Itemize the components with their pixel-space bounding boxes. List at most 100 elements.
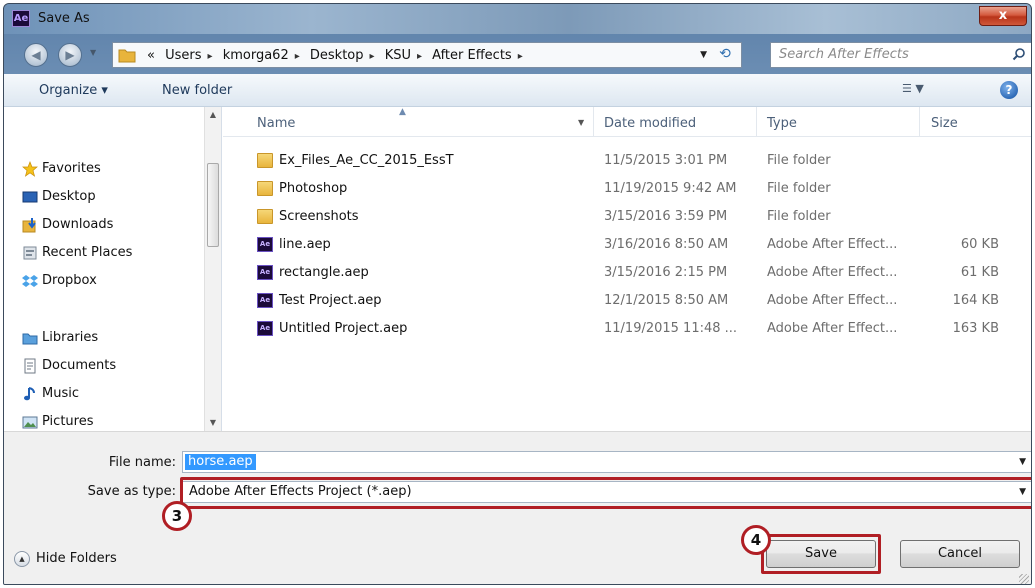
forward-arrow-icon: ▶	[65, 48, 75, 62]
file-date: 11/19/2015 9:42 AM	[604, 181, 737, 196]
column-name[interactable]: Name	[257, 116, 295, 131]
navigation-pane: Favorites Desktop Downloads Recent Place…	[4, 107, 222, 431]
nav-favorites[interactable]: Favorites	[22, 161, 101, 177]
help-icon[interactable]: ?	[1000, 81, 1018, 99]
file-type: Adobe After Effect...	[767, 237, 898, 252]
recent-locations-dropdown[interactable]: ▼	[90, 48, 100, 62]
file-row[interactable]: Ex_Files_Ae_CC_2015_EssT 11/5/2015 3:01 …	[223, 146, 1031, 174]
column-filter-dropdown-icon[interactable]: ▼	[578, 118, 584, 127]
breadcrumb: « Users ▸ kmorga62 ▸ Desktop ▸ KSU ▸ After E…	[147, 48, 529, 63]
new-folder-button[interactable]: New folder	[162, 83, 232, 98]
file-name-dropdown-icon[interactable]: ▼	[1019, 457, 1026, 467]
file-type: File folder	[767, 181, 831, 196]
nav-documents[interactable]: Documents	[24, 358, 116, 374]
file-date: 12/1/2015 8:50 AM	[604, 293, 729, 308]
change-view-button[interactable]: ☰ ▼	[902, 82, 936, 100]
chevron-up-icon: ▲	[14, 551, 30, 567]
cancel-button[interactable]: Cancel	[900, 540, 1020, 568]
file-date: 3/16/2016 8:50 AM	[604, 237, 729, 252]
file-row[interactable]: Ae Untitled Project.aep 11/19/2015 11:48…	[223, 314, 1031, 342]
title-bar: Ae Save As x	[4, 4, 1031, 34]
breadcrumb-overflow[interactable]: «	[147, 48, 155, 63]
breadcrumb-separator-icon[interactable]: ▸	[208, 51, 213, 62]
file-name: rectangle.aep	[279, 265, 369, 280]
close-button[interactable]: x	[979, 6, 1027, 26]
column-size[interactable]: Size	[931, 116, 958, 131]
breadcrumb-desktop[interactable]: Desktop	[310, 48, 364, 63]
breadcrumb-separator-icon[interactable]: ▸	[518, 51, 523, 62]
nav-downloads[interactable]: Downloads	[22, 217, 113, 233]
back-arrow-icon: ◀	[31, 48, 41, 62]
file-name: Untitled Project.aep	[279, 321, 408, 336]
nav-music[interactable]: Music	[24, 386, 79, 401]
breadcrumb-separator-icon[interactable]: ▸	[417, 51, 422, 62]
recent-places-icon	[23, 246, 37, 260]
column-divider[interactable]	[919, 107, 920, 137]
nav-libraries[interactable]: Libraries	[22, 330, 99, 345]
column-date-modified[interactable]: Date modified	[604, 116, 696, 131]
dialog-title: Save As	[38, 11, 90, 26]
file-row[interactable]: Screenshots 3/15/2016 3:59 PM File folde…	[223, 202, 1031, 230]
scroll-up-icon[interactable]: ▲	[205, 107, 221, 123]
file-name-label: File name:	[108, 455, 176, 470]
address-bar[interactable]: « Users ▸ kmorga62 ▸ Desktop ▸ KSU ▸ After E…	[112, 42, 742, 68]
file-type: File folder	[767, 209, 831, 224]
search-input[interactable]	[779, 47, 999, 62]
breadcrumb-kmorga62[interactable]: kmorga62	[223, 48, 289, 63]
file-row[interactable]: Ae Test Project.aep 12/1/2015 8:50 AM Ad…	[223, 286, 1031, 314]
column-divider[interactable]	[593, 107, 594, 137]
back-button[interactable]: ◀	[24, 43, 48, 67]
after-effects-file-icon: Ae	[257, 293, 273, 308]
after-effects-file-icon: Ae	[257, 265, 273, 280]
nav-recent-places-label: Recent Places	[42, 245, 133, 260]
after-effects-file-icon: Ae	[257, 321, 273, 336]
file-row[interactable]: Ae line.aep 3/16/2016 8:50 AM Adobe Afte…	[223, 230, 1031, 258]
folder-icon	[257, 153, 273, 168]
folder-icon	[118, 49, 136, 63]
nav-dropbox[interactable]: Dropbox	[22, 273, 97, 288]
after-effects-app-icon: Ae	[12, 10, 30, 27]
column-divider[interactable]	[756, 107, 757, 137]
nav-desktop[interactable]: Desktop	[22, 189, 96, 204]
file-type: Adobe After Effect...	[767, 265, 898, 280]
file-date: 3/15/2016 3:59 PM	[604, 209, 728, 224]
scrollbar-thumb[interactable]	[207, 163, 219, 247]
address-dropdown-icon[interactable]: ▼	[700, 50, 707, 60]
file-size: 164 KB	[952, 293, 999, 308]
nav-favorites-label: Favorites	[42, 161, 101, 176]
save-options-panel: File name: horse.aep ▼ Save as type: Ado…	[4, 431, 1031, 584]
file-size: 61 KB	[960, 265, 999, 280]
file-type: File folder	[767, 153, 831, 168]
file-name-input-value[interactable]: horse.aep	[185, 454, 256, 470]
file-type: Adobe After Effect...	[767, 321, 898, 336]
file-name-field[interactable]: horse.aep ▼	[182, 451, 1031, 473]
scroll-down-icon[interactable]: ▼	[205, 415, 221, 431]
breadcrumb-separator-icon[interactable]: ▸	[370, 51, 375, 62]
nav-pictures[interactable]: Pictures	[22, 414, 93, 429]
file-row[interactable]: Ae rectangle.aep 3/15/2016 2:15 PM Adobe…	[223, 258, 1031, 286]
file-name: Ex_Files_Ae_CC_2015_EssT	[279, 153, 454, 168]
nav-recent-places[interactable]: Recent Places	[23, 245, 133, 260]
breadcrumb-separator-icon[interactable]: ▸	[295, 51, 300, 62]
hide-folders-button[interactable]: ▲ Hide Folders	[14, 551, 117, 567]
search-box[interactable]	[770, 42, 1031, 68]
column-type[interactable]: Type	[767, 116, 797, 131]
organize-menu[interactable]: Organize ▾	[39, 83, 108, 98]
forward-button[interactable]: ▶	[58, 43, 82, 67]
dropbox-icon	[22, 275, 38, 287]
breadcrumb-users[interactable]: Users	[165, 48, 201, 63]
breadcrumb-after-effects[interactable]: After Effects	[432, 48, 512, 63]
file-type: Adobe After Effect...	[767, 293, 898, 308]
refresh-icon[interactable]: ⟲	[715, 46, 735, 64]
resize-grip-icon[interactable]	[1019, 574, 1029, 584]
file-row[interactable]: Photoshop 11/19/2015 9:42 AM File folder	[223, 174, 1031, 202]
file-name: line.aep	[279, 237, 331, 252]
libraries-icon	[22, 333, 38, 345]
nav-libraries-label: Libraries	[42, 330, 99, 345]
breadcrumb-ksu[interactable]: KSU	[385, 48, 411, 63]
browser-area: Favorites Desktop Downloads Recent Place…	[4, 107, 1031, 431]
step-4-callout: 4	[741, 525, 771, 555]
navigation-scrollbar[interactable]: ▲ ▼	[204, 107, 221, 431]
pictures-icon	[22, 416, 38, 429]
search-icon[interactable]	[1012, 47, 1026, 61]
